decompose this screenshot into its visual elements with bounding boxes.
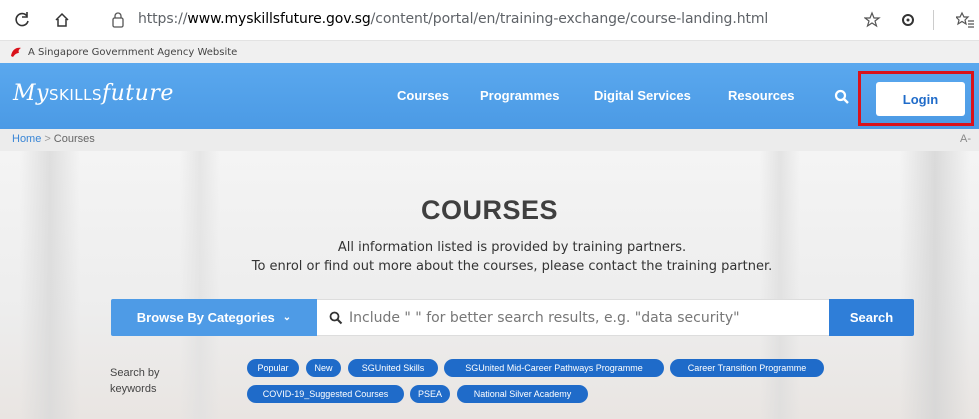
hero-subtitle-line1: All information listed is provided by tr… [337, 240, 687, 255]
breadcrumb-separator: > [44, 133, 51, 145]
breadcrumb: Home > Courses A- [0, 129, 979, 151]
chevron-down-icon: ⌄ [282, 312, 292, 323]
keyword-chip-psea[interactable]: PSEA [410, 385, 450, 403]
course-search-bar: Browse By Categories⌄ Search [111, 299, 914, 336]
search-by-keywords-label: Search by keywords [110, 367, 160, 395]
gov-agency-text: A Singapore Government Agency Website [28, 46, 238, 58]
courses-hero: COURSES All information listed is provid… [0, 151, 979, 419]
lion-head-icon [11, 47, 21, 57]
address-bar[interactable]: https://www.myskillsfuture.gov.sg/conten… [138, 11, 768, 27]
hero-subtitle-line2: To enrol or find out more about the cour… [251, 259, 773, 274]
browser-toolbar: https://www.myskillsfuture.gov.sg/conten… [0, 0, 979, 40]
font-size-toggle[interactable]: A- [960, 133, 971, 145]
myskillsfuture-logo[interactable]: MySKILLSfuture [13, 81, 174, 106]
lock-icon[interactable] [110, 11, 126, 29]
nav-digital-services[interactable]: Digital Services [594, 88, 691, 103]
page-title: COURSES [420, 195, 559, 225]
reload-icon[interactable] [10, 8, 34, 32]
keyword-chip-covid-19[interactable]: COVID-19_Suggested Courses [247, 385, 404, 403]
search-button[interactable]: Search [829, 299, 914, 336]
toolbar-separator [933, 10, 934, 30]
keyword-chip-popular[interactable]: Popular [247, 359, 299, 377]
background-pillar [900, 151, 970, 419]
keyword-chip-career-transition[interactable]: Career Transition Programme [670, 359, 824, 377]
favorites-icon[interactable] [955, 10, 975, 30]
browse-categories-dropdown[interactable]: Browse By Categories ⌄ [111, 299, 317, 336]
keyword-chip-new[interactable]: New [306, 359, 341, 377]
search-icon[interactable] [834, 89, 850, 105]
background-pillar [180, 151, 220, 419]
add-favorite-icon[interactable] [863, 10, 883, 30]
course-search-input[interactable] [349, 300, 825, 335]
background-pillar [760, 151, 800, 419]
home-icon[interactable] [50, 8, 74, 32]
nav-courses[interactable]: Courses [397, 88, 449, 103]
keyword-chip-sgunited-skills[interactable]: SGUnited Skills [348, 359, 438, 377]
keyword-chip-national-silver-academy[interactable]: National Silver Academy [457, 385, 588, 403]
login-button[interactable]: Login [876, 82, 965, 116]
gov-agency-bar: A Singapore Government Agency Website [0, 40, 979, 63]
breadcrumb-current: Courses [53, 133, 95, 145]
nav-resources[interactable]: Resources [728, 88, 794, 103]
background-pillar [20, 151, 80, 419]
breadcrumb-home[interactable]: Home [12, 133, 41, 145]
site-header: MySKILLSfuture Courses Programmes Digita… [0, 63, 979, 129]
keyword-chip-sgunited-mid-career[interactable]: SGUnited Mid-Career Pathways Programme [444, 359, 664, 377]
search-icon [329, 311, 343, 325]
extension-icon[interactable] [898, 10, 918, 30]
nav-programmes[interactable]: Programmes [480, 88, 559, 103]
